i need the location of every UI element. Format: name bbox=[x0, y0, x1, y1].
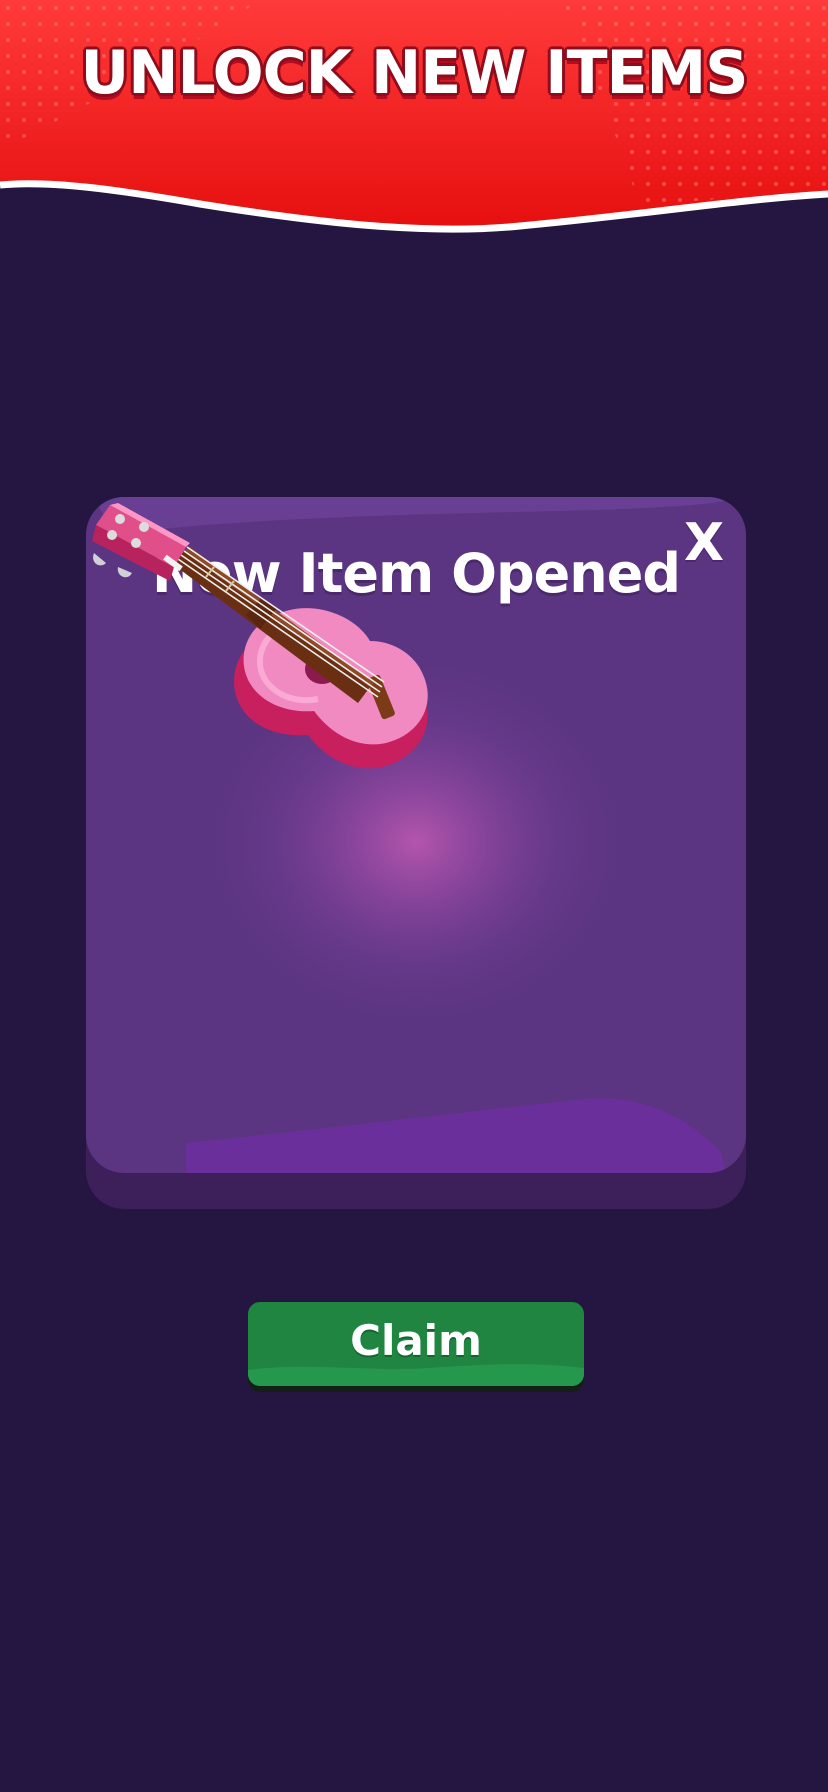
page-title: UNLOCK NEW ITEMS bbox=[80, 38, 749, 108]
ukulele-headstock bbox=[92, 503, 190, 581]
close-button[interactable]: X bbox=[674, 513, 734, 573]
header-banner: UNLOCK NEW ITEMS bbox=[0, 0, 828, 240]
banner-background bbox=[0, 0, 828, 233]
claim-button[interactable]: Claim bbox=[248, 1302, 584, 1392]
claim-button-face: Claim bbox=[248, 1302, 584, 1386]
new-item-modal: New Item Opened X bbox=[86, 497, 746, 1209]
modal-panel: New Item Opened X bbox=[86, 497, 746, 1173]
ukulele-icon bbox=[92, 503, 428, 769]
ukulele-body bbox=[234, 608, 428, 769]
claim-button-label: Claim bbox=[350, 1316, 482, 1365]
